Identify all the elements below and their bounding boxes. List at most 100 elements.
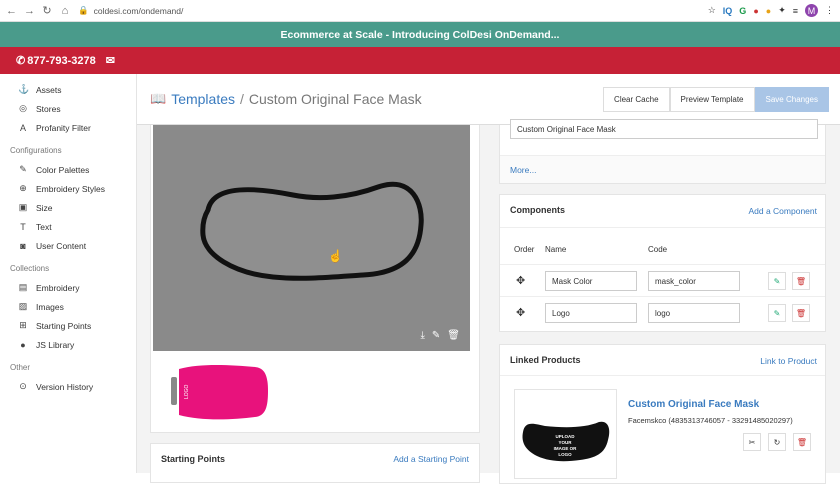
product-title-link[interactable]: Custom Original Face Mask: [628, 399, 759, 410]
sidebar-item-user-content[interactable]: ◙ User Content: [0, 236, 136, 255]
brush-icon: ✎: [19, 164, 27, 174]
sidebar-item-version-history[interactable]: ⊙ Version History: [0, 377, 136, 396]
component-code-input[interactable]: [648, 303, 740, 323]
sidebar-item-embroidery-styles[interactable]: ⊕ Embroidery Styles: [0, 179, 136, 198]
globe-icon: ⊕: [19, 183, 27, 193]
sidebar-item-label: Assets: [36, 84, 62, 95]
puzzle-icon[interactable]: ✦: [778, 5, 786, 16]
link-to-product-link[interactable]: Link to Product: [760, 356, 817, 366]
sidebar-item-label: Profanity Filter: [36, 122, 91, 133]
mask-outline: [200, 181, 424, 281]
sidebar-item-label: Stores: [36, 103, 61, 114]
node-icon: ●: [20, 339, 26, 350]
email-icon[interactable]: ✉: [106, 54, 115, 67]
extension-g[interactable]: G: [739, 6, 746, 16]
breadcrumb-separator: /: [240, 91, 244, 107]
sidebar-item-embroidery[interactable]: ▤ Embroidery: [0, 278, 136, 297]
sidebar-item-label: Embroidery Styles: [36, 183, 105, 194]
profile-avatar[interactable]: M: [805, 4, 818, 17]
address-bar[interactable]: 🔒 coldesi.com/ondemand/: [78, 5, 700, 16]
sidebar-item-label: Color Palettes: [36, 164, 90, 175]
banner-text: Ecommerce at Scale - Introducing ColDesi…: [280, 28, 560, 41]
car-icon: ▣: [18, 202, 28, 212]
edit-component-button[interactable]: ✎: [768, 272, 786, 290]
more-link[interactable]: More...: [510, 165, 536, 175]
history-icon: ⊙: [19, 381, 27, 391]
browser-toolbar: ← → ↻ ⌂ 🔒 coldesi.com/ondemand/ ☆ IQ G ●…: [0, 0, 840, 22]
grid-icon: ⊞: [19, 320, 27, 330]
sidebar-item-assets[interactable]: ⚓ Assets: [0, 80, 136, 99]
edit-component-button[interactable]: ✎: [768, 304, 786, 322]
clear-cache-button[interactable]: Clear Cache: [603, 87, 670, 112]
compass-icon: ◎: [19, 103, 27, 113]
sidebar-item-stores[interactable]: ◎ Stores: [0, 99, 136, 118]
sync-product-button[interactable]: ↻: [768, 433, 786, 451]
font-icon: A: [19, 122, 26, 133]
components-title: Components: [510, 205, 565, 215]
drag-handle-icon[interactable]: ✥: [516, 274, 525, 287]
reading-list-icon[interactable]: ≡: [793, 6, 798, 16]
sidebar-item-starting-points[interactable]: ⊞ Starting Points: [0, 316, 136, 335]
sidebar-item-label: Version History: [36, 381, 94, 392]
text-icon: T: [20, 221, 26, 232]
sidebar-item-js-library[interactable]: ● JS Library: [0, 335, 136, 354]
sidebar-item-size[interactable]: ▣ Size: [0, 198, 136, 217]
linked-products-title: Linked Products: [510, 355, 581, 365]
linked-products-card: Linked Products Link to Product UPLOAD Y…: [499, 344, 826, 484]
sidebar-item-label: User Content: [36, 240, 87, 251]
component-name-input[interactable]: [545, 271, 637, 291]
unlink-product-button[interactable]: ✂: [743, 433, 761, 451]
preview-template-button[interactable]: Preview Template: [669, 87, 755, 112]
anchor-icon: ⚓: [18, 84, 30, 94]
extension-icon[interactable]: ●: [753, 6, 758, 16]
sidebar-item-text[interactable]: T Text: [0, 217, 136, 236]
starting-points-card: Starting Points Add a Starting Point: [150, 443, 480, 483]
save-changes-button[interactable]: Save Changes: [754, 87, 829, 112]
sidebar-heading-other: Other: [10, 362, 31, 372]
book-icon: ▤: [18, 282, 28, 292]
home-icon[interactable]: ⌂: [60, 5, 70, 17]
starting-points-title: Starting Points: [161, 454, 226, 464]
content-area: ☝ ⤓ ✎ 🗑 LOGO Starting Points Add a Start…: [137, 119, 840, 484]
menu-icon[interactable]: ⋮: [825, 5, 834, 16]
edit-icon[interactable]: ✎: [432, 330, 440, 341]
svg-text:LOGO: LOGO: [558, 452, 572, 457]
svg-text:YOUR: YOUR: [558, 440, 572, 445]
delete-component-button[interactable]: 🗑: [792, 272, 810, 290]
component-name-input[interactable]: [545, 303, 637, 323]
add-starting-point-link[interactable]: Add a Starting Point: [393, 454, 469, 464]
delete-product-button[interactable]: 🗑: [793, 433, 811, 451]
template-name-input[interactable]: [510, 119, 818, 139]
forward-icon[interactable]: →: [24, 5, 35, 17]
details-card: More...: [499, 119, 826, 184]
extension-icon[interactable]: ●: [766, 6, 771, 16]
announcement-banner[interactable]: Ecommerce at Scale - Introducing ColDesi…: [0, 22, 840, 47]
sidebar-item-profanity-filter[interactable]: A Profanity Filter: [0, 118, 136, 137]
drag-handle-icon[interactable]: ✥: [516, 306, 525, 319]
lock-icon: 🔒: [78, 5, 89, 15]
design-canvas[interactable]: ☝ ⤓ ✎ 🗑: [153, 125, 470, 351]
delete-component-button[interactable]: 🗑: [792, 304, 810, 322]
phone-icon: ✆: [16, 55, 26, 67]
phone-number[interactable]: 877-793-3278: [27, 55, 96, 67]
bookmark-star-icon[interactable]: ☆: [708, 5, 716, 16]
trash-icon[interactable]: 🗑: [447, 330, 460, 341]
reload-icon[interactable]: ↻: [42, 4, 52, 17]
book-icon: 📖: [150, 91, 167, 106]
add-component-link[interactable]: Add a Component: [748, 206, 817, 216]
cursor-icon: ☝: [328, 249, 343, 263]
download-icon[interactable]: ⤓: [420, 330, 424, 341]
product-image[interactable]: UPLOAD YOUR IMAGE OR LOGO: [514, 389, 617, 479]
sidebar-item-images[interactable]: ▨ Images: [0, 297, 136, 316]
col-name: Name: [545, 245, 567, 254]
sidebar-item-label: Images: [36, 301, 64, 312]
camera-icon: ◙: [20, 240, 26, 251]
extension-iq[interactable]: IQ: [723, 6, 733, 16]
components-card: Components Add a Component Order Name Co…: [499, 194, 826, 332]
mask-color-thumbnail[interactable]: LOGO: [171, 363, 271, 421]
sidebar-item-color-palettes[interactable]: ✎ Color Palettes: [0, 160, 136, 179]
back-icon[interactable]: ←: [6, 5, 17, 17]
component-code-input[interactable]: [648, 271, 740, 291]
sidebar-item-label: Starting Points: [36, 320, 92, 331]
breadcrumb-templates[interactable]: Templates: [171, 91, 235, 107]
